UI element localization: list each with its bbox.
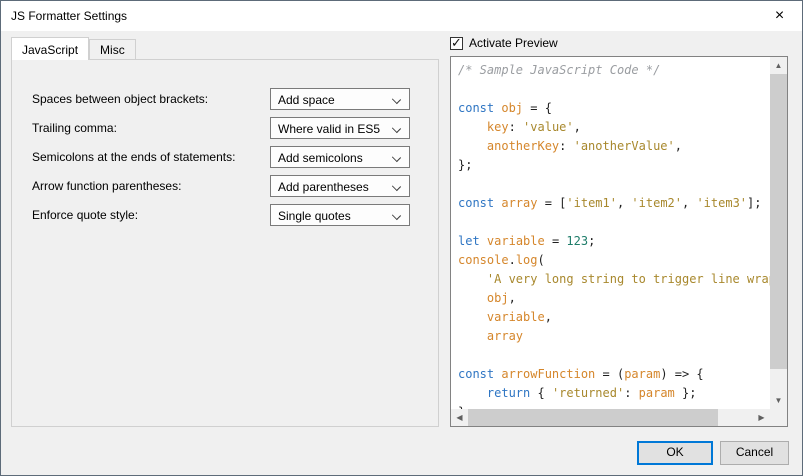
dropdown-value: Add semicolons [278,151,363,165]
scrollbar-corner [770,409,787,426]
arrow-right-icon: ▶ [758,413,764,422]
chevron-down-icon [392,153,401,162]
code-preview-panel: /* Sample JavaScript Code */ const obj =… [450,56,788,427]
dropdown-value: Single quotes [278,209,351,223]
horizontal-scrollbar[interactable]: ◀ ▶ [451,409,770,426]
arrow-up-icon: ▲ [775,61,783,70]
check-icon: ✓ [451,35,462,51]
dropdown-value: Where valid in ES5 [278,122,380,136]
chevron-down-icon [392,95,401,104]
code-line: 'A very long string to trigger line wrap… [458,270,770,289]
form-row: Spaces between object brackets: Add spac… [12,88,438,110]
form-row: Semicolons at the ends of statements: Ad… [12,146,438,168]
tab-label: Misc [100,43,125,57]
code-line [458,346,770,365]
arrow-parentheses-dropdown[interactable]: Add parentheses [270,175,410,197]
ok-button[interactable]: OK [637,441,713,465]
setting-label: Semicolons at the ends of statements: [32,150,235,164]
scroll-down-button[interactable]: ▼ [770,392,787,409]
activate-preview-checkbox[interactable]: ✓ Activate Preview [450,36,558,50]
code-content: /* Sample JavaScript Code */ const obj =… [451,57,770,409]
window-title: JS Formatter Settings [11,9,127,23]
tab-javascript[interactable]: JavaScript [11,37,89,60]
chevron-down-icon [392,182,401,191]
code-line [458,213,770,232]
vertical-scrollbar[interactable]: ▲ ▼ [770,57,787,409]
settings-panel: Spaces between object brackets: Add spac… [11,59,439,427]
code-line [458,175,770,194]
scroll-up-button[interactable]: ▲ [770,57,787,74]
title-bar: JS Formatter Settings × [1,1,802,31]
close-icon: × [775,8,784,24]
dropdown-value: Add space [278,93,335,107]
setting-label: Enforce quote style: [32,208,138,222]
code-line: const array = ['item1', 'item2', 'item3'… [458,194,770,213]
code-line: return { 'returned': param }; [458,384,770,403]
code-line: obj, [458,289,770,308]
code-line [458,80,770,99]
trailing-comma-dropdown[interactable]: Where valid in ES5 [270,117,410,139]
code-line: const obj = { [458,99,770,118]
quote-style-dropdown[interactable]: Single quotes [270,204,410,226]
code-line: key: 'value', [458,118,770,137]
form-row: Trailing comma: Where valid in ES5 [12,117,438,139]
checkbox-label: Activate Preview [469,36,558,50]
dropdown-value: Add parentheses [278,180,369,194]
form-row: Enforce quote style: Single quotes [12,204,438,226]
spaces-between-brackets-dropdown[interactable]: Add space [270,88,410,110]
code-line: }; [458,156,770,175]
cancel-button[interactable]: Cancel [720,441,789,465]
chevron-down-icon [392,211,401,220]
horizontal-scrollbar-thumb[interactable] [468,409,718,426]
scroll-left-button[interactable]: ◀ [451,409,468,426]
tab-misc[interactable]: Misc [89,39,136,59]
code-line: array [458,327,770,346]
js-formatter-settings-dialog: JS Formatter Settings × JavaScript Misc … [0,0,803,476]
setting-label: Arrow function parentheses: [32,179,181,193]
checkbox-box: ✓ [450,37,463,50]
chevron-down-icon [392,124,401,133]
setting-label: Spaces between object brackets: [32,92,208,106]
vertical-scrollbar-thumb[interactable] [770,74,787,369]
code-line: variable, [458,308,770,327]
arrow-down-icon: ▼ [775,396,783,405]
arrow-left-icon: ◀ [456,413,462,422]
scroll-right-button[interactable]: ▶ [753,409,770,426]
tab-label: JavaScript [22,43,78,57]
close-button[interactable]: × [757,1,802,30]
semicolons-dropdown[interactable]: Add semicolons [270,146,410,168]
code-line: anotherKey: 'anotherValue', [458,137,770,156]
code-line: /* Sample JavaScript Code */ [458,61,770,80]
setting-label: Trailing comma: [32,121,117,135]
form-row: Arrow function parentheses: Add parenthe… [12,175,438,197]
code-line: const arrowFunction = (param) => { [458,365,770,384]
tab-strip: JavaScript Misc [11,37,136,59]
code-line: console.log( [458,251,770,270]
code-line: let variable = 123; [458,232,770,251]
